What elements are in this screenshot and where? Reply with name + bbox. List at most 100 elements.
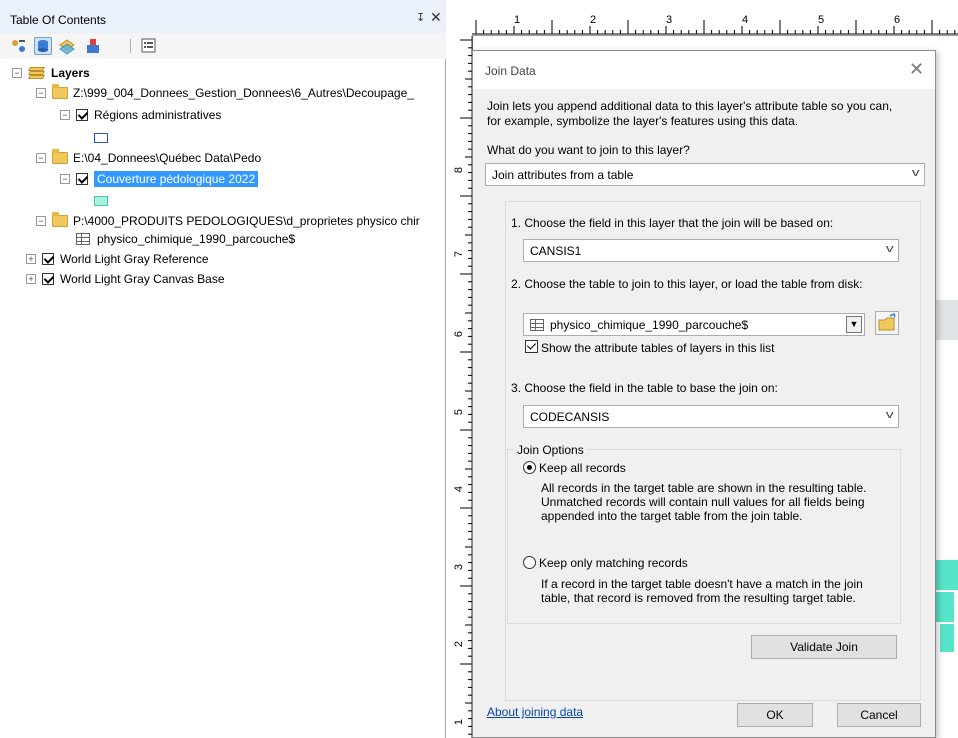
- keep-matching-label: Keep only matching records: [539, 556, 688, 570]
- ruler-number: 6: [453, 330, 466, 338]
- toc-title-bar: Table Of Contents ↧ ✕: [0, 0, 446, 33]
- group-path-label: E:\04_Donnees\Québec Data\Pedo: [73, 151, 262, 165]
- dropdown-arrow-icon[interactable]: ▼: [846, 316, 862, 333]
- join-field-value: CANSIS1: [530, 244, 582, 258]
- group-path-label: P:\4000_PRODUITS PEDOLOGIQUES\d_propriet…: [73, 214, 420, 228]
- list-by-selection-icon[interactable]: [84, 37, 102, 55]
- ruler-number: 6: [894, 14, 901, 26]
- chevron-down-icon: v: [885, 243, 894, 255]
- ruler-number: 5: [818, 14, 825, 26]
- collapse-icon[interactable]: −: [36, 153, 46, 163]
- map-feature: [936, 560, 958, 590]
- folder-icon: [52, 84, 68, 99]
- toc-toolbar: [0, 33, 446, 59]
- step2-label: 2. Choose the table to join to this laye…: [511, 277, 863, 291]
- layer-label: Couverture pédologique 2022: [94, 171, 259, 187]
- ruler-number: 2: [453, 640, 466, 648]
- close-icon[interactable]: ✕: [430, 9, 442, 26]
- base-field-dropdown[interactable]: CODECANSIS v: [523, 405, 899, 428]
- root-layers-label: Layers: [51, 66, 90, 80]
- ruler-number: 8: [453, 166, 466, 174]
- collapse-icon[interactable]: −: [36, 88, 46, 98]
- chevron-down-icon: v: [885, 409, 894, 421]
- join-data-dialog: Join Data ✕ Join lets you append additio…: [472, 50, 936, 738]
- keep-matching-description: If a record in the target table doesn't …: [541, 577, 863, 591]
- map-feature: [936, 300, 958, 340]
- list-by-visibility-icon[interactable]: [58, 37, 76, 55]
- keep-all-description: appended into the target table from the …: [541, 509, 803, 523]
- pin-icon[interactable]: ↧: [416, 11, 425, 24]
- ruler-number: 5: [453, 408, 466, 416]
- map-feature: [940, 624, 954, 652]
- expand-icon[interactable]: +: [26, 254, 36, 264]
- tree-basemap-row[interactable]: + World Light Gray Reference: [26, 250, 209, 268]
- keep-all-description: Unmatched records will contain null valu…: [541, 495, 865, 509]
- ruler-number: 1: [514, 14, 521, 26]
- join-type-dropdown[interactable]: Join attributes from a table v: [485, 163, 925, 186]
- tree-layer-row[interactable]: − Régions administratives: [60, 106, 221, 124]
- expand-icon[interactable]: +: [26, 274, 36, 284]
- ok-button[interactable]: OK: [737, 703, 813, 727]
- map-feature: [936, 592, 954, 622]
- layer-visibility-checkbox[interactable]: [76, 109, 88, 121]
- layer-visibility-checkbox[interactable]: [42, 253, 54, 265]
- tree-group-row[interactable]: − E:\04_Donnees\Québec Data\Pedo: [36, 149, 261, 167]
- table-icon: [76, 233, 90, 245]
- ruler-number: 4: [453, 485, 466, 493]
- open-folder-button[interactable]: [875, 311, 899, 335]
- table-icon: [530, 319, 544, 331]
- list-by-drawing-order-icon[interactable]: [10, 37, 28, 55]
- intro-text: Join lets you append additional data to …: [487, 99, 893, 113]
- basemap-label: World Light Gray Reference: [60, 252, 209, 266]
- step3-label: 3. Choose the field in the table to base…: [511, 381, 778, 395]
- folder-icon: [52, 212, 68, 227]
- table-of-contents-panel: Table Of Contents ↧ ✕ − Layers − Z:\999_…: [0, 0, 446, 738]
- vertical-ruler: 8 7 6 5 4 3 2 1: [453, 36, 472, 738]
- join-table-dropdown[interactable]: physico_chimique_1990_parcouche$ ▼: [523, 313, 865, 336]
- options-icon[interactable]: [140, 37, 158, 55]
- collapse-icon[interactable]: −: [60, 174, 70, 184]
- layer-label: Régions administratives: [94, 108, 222, 122]
- layer-symbol-swatch[interactable]: [94, 196, 108, 206]
- join-options-title: Join Options: [515, 443, 586, 457]
- horizontal-ruler: 1 2 3 4 5 6: [472, 0, 958, 36]
- toolbar-separator: [130, 39, 131, 53]
- join-table-value: physico_chimique_1990_parcouche$: [550, 318, 749, 332]
- about-joining-data-link[interactable]: About joining data: [487, 705, 583, 719]
- ruler-number: 3: [666, 14, 673, 26]
- tree-basemap-row[interactable]: + World Light Gray Canvas Base: [26, 270, 225, 288]
- tree-table-row[interactable]: physico_chimique_1990_parcouche$: [76, 230, 295, 248]
- ruler-number: 3: [453, 563, 466, 571]
- layer-visibility-checkbox[interactable]: [76, 173, 88, 185]
- keep-matching-radio[interactable]: [523, 556, 536, 569]
- show-attr-tables-checkbox[interactable]: [525, 340, 538, 353]
- tree-layer-row-selected[interactable]: − Couverture pédologique 2022: [60, 170, 259, 188]
- tree-root-layers[interactable]: − Layers: [12, 64, 90, 82]
- question-label: What do you want to join to this layer?: [487, 143, 690, 157]
- collapse-icon[interactable]: −: [60, 110, 70, 120]
- dialog-title: Join Data: [485, 64, 536, 78]
- layer-visibility-checkbox[interactable]: [42, 273, 54, 285]
- keep-matching-description: table, that record is removed from the r…: [541, 591, 856, 605]
- dialog-title-bar: Join Data ✕: [473, 51, 935, 89]
- list-by-source-icon[interactable]: [34, 37, 52, 55]
- keep-all-label: Keep all records: [539, 461, 626, 475]
- close-icon[interactable]: ✕: [909, 59, 924, 80]
- validate-join-button[interactable]: Validate Join: [751, 635, 897, 659]
- cancel-button[interactable]: Cancel: [837, 703, 921, 727]
- group-path-label: Z:\999_004_Donnees_Gestion_Donnees\6_Aut…: [73, 86, 414, 100]
- tree-group-row[interactable]: − P:\4000_PRODUITS PEDOLOGIQUES\d_propri…: [36, 212, 420, 230]
- layers-icon: [28, 66, 46, 80]
- open-folder-icon: [878, 312, 896, 331]
- keep-all-description: All records in the target table are show…: [541, 481, 867, 495]
- basemap-label: World Light Gray Canvas Base: [60, 272, 225, 286]
- ruler-number: 1: [453, 718, 466, 726]
- collapse-icon[interactable]: −: [36, 216, 46, 226]
- collapse-icon[interactable]: −: [12, 68, 22, 78]
- layer-symbol-swatch[interactable]: [94, 133, 108, 143]
- ruler-number: 4: [742, 14, 749, 26]
- keep-all-radio[interactable]: [523, 461, 536, 474]
- join-field-dropdown[interactable]: CANSIS1 v: [523, 239, 899, 262]
- tree-group-row[interactable]: − Z:\999_004_Donnees_Gestion_Donnees\6_A…: [36, 84, 414, 102]
- toc-title: Table Of Contents: [10, 13, 107, 27]
